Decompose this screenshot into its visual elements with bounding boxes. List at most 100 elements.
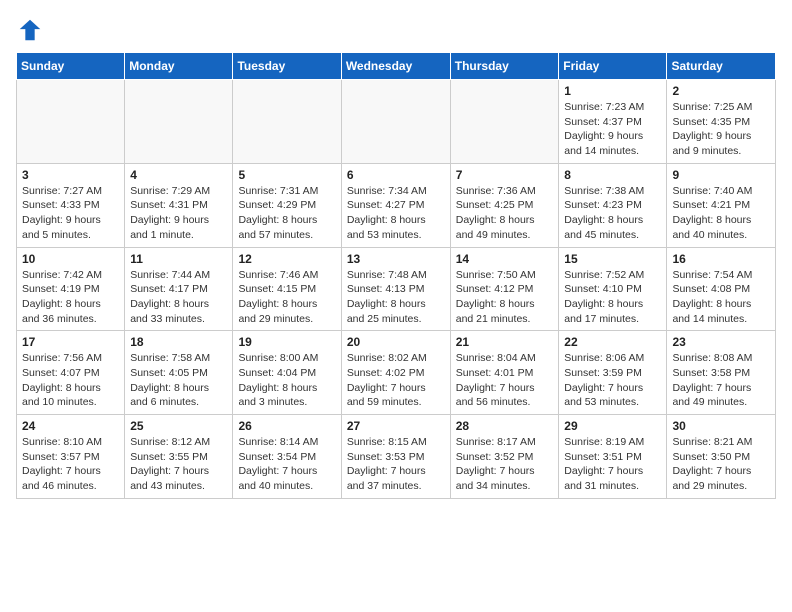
day-info: Sunrise: 7:48 AM Sunset: 4:13 PM Dayligh… bbox=[347, 268, 445, 327]
day-number: 27 bbox=[347, 419, 445, 433]
day-info: Sunrise: 8:10 AM Sunset: 3:57 PM Dayligh… bbox=[22, 435, 119, 494]
day-info: Sunrise: 8:02 AM Sunset: 4:02 PM Dayligh… bbox=[347, 351, 445, 410]
day-number: 4 bbox=[130, 168, 227, 182]
calendar-week-row: 1 Sunrise: 7:23 AM Sunset: 4:37 PM Daylig… bbox=[17, 80, 776, 164]
calendar-cell: 20 Sunrise: 8:02 AM Sunset: 4:02 PM Dayli… bbox=[341, 331, 450, 415]
calendar-cell: 18 Sunrise: 7:58 AM Sunset: 4:05 PM Dayli… bbox=[125, 331, 233, 415]
day-number: 29 bbox=[564, 419, 661, 433]
day-info: Sunrise: 7:38 AM Sunset: 4:23 PM Dayligh… bbox=[564, 184, 661, 243]
calendar-cell bbox=[125, 80, 233, 164]
calendar-week-row: 17 Sunrise: 7:56 AM Sunset: 4:07 PM Dayli… bbox=[17, 331, 776, 415]
day-number: 25 bbox=[130, 419, 227, 433]
day-info: Sunrise: 8:08 AM Sunset: 3:58 PM Dayligh… bbox=[672, 351, 770, 410]
day-header-tuesday: Tuesday bbox=[233, 53, 341, 80]
day-header-wednesday: Wednesday bbox=[341, 53, 450, 80]
calendar-week-row: 24 Sunrise: 8:10 AM Sunset: 3:57 PM Dayli… bbox=[17, 415, 776, 499]
logo-icon bbox=[16, 16, 44, 44]
day-info: Sunrise: 7:50 AM Sunset: 4:12 PM Dayligh… bbox=[456, 268, 554, 327]
day-number: 18 bbox=[130, 335, 227, 349]
calendar-cell: 27 Sunrise: 8:15 AM Sunset: 3:53 PM Dayli… bbox=[341, 415, 450, 499]
day-info: Sunrise: 7:23 AM Sunset: 4:37 PM Dayligh… bbox=[564, 100, 661, 159]
day-info: Sunrise: 7:36 AM Sunset: 4:25 PM Dayligh… bbox=[456, 184, 554, 243]
day-info: Sunrise: 7:25 AM Sunset: 4:35 PM Dayligh… bbox=[672, 100, 770, 159]
calendar-cell bbox=[341, 80, 450, 164]
day-number: 1 bbox=[564, 84, 661, 98]
calendar-header-row: SundayMondayTuesdayWednesdayThursdayFrid… bbox=[17, 53, 776, 80]
day-info: Sunrise: 7:46 AM Sunset: 4:15 PM Dayligh… bbox=[238, 268, 335, 327]
day-number: 6 bbox=[347, 168, 445, 182]
day-number: 8 bbox=[564, 168, 661, 182]
day-info: Sunrise: 8:04 AM Sunset: 4:01 PM Dayligh… bbox=[456, 351, 554, 410]
day-number: 28 bbox=[456, 419, 554, 433]
day-number: 19 bbox=[238, 335, 335, 349]
calendar-cell: 3 Sunrise: 7:27 AM Sunset: 4:33 PM Daylig… bbox=[17, 163, 125, 247]
calendar-table: SundayMondayTuesdayWednesdayThursdayFrid… bbox=[16, 52, 776, 499]
day-number: 3 bbox=[22, 168, 119, 182]
day-number: 14 bbox=[456, 252, 554, 266]
day-info: Sunrise: 7:34 AM Sunset: 4:27 PM Dayligh… bbox=[347, 184, 445, 243]
day-info: Sunrise: 8:21 AM Sunset: 3:50 PM Dayligh… bbox=[672, 435, 770, 494]
day-number: 2 bbox=[672, 84, 770, 98]
day-info: Sunrise: 7:56 AM Sunset: 4:07 PM Dayligh… bbox=[22, 351, 119, 410]
day-number: 17 bbox=[22, 335, 119, 349]
page-header bbox=[16, 16, 776, 44]
calendar-cell: 7 Sunrise: 7:36 AM Sunset: 4:25 PM Daylig… bbox=[450, 163, 559, 247]
day-number: 24 bbox=[22, 419, 119, 433]
calendar-cell: 1 Sunrise: 7:23 AM Sunset: 4:37 PM Daylig… bbox=[559, 80, 667, 164]
day-info: Sunrise: 7:40 AM Sunset: 4:21 PM Dayligh… bbox=[672, 184, 770, 243]
day-info: Sunrise: 7:31 AM Sunset: 4:29 PM Dayligh… bbox=[238, 184, 335, 243]
calendar-cell bbox=[450, 80, 559, 164]
calendar-cell: 24 Sunrise: 8:10 AM Sunset: 3:57 PM Dayli… bbox=[17, 415, 125, 499]
day-info: Sunrise: 7:27 AM Sunset: 4:33 PM Dayligh… bbox=[22, 184, 119, 243]
day-number: 13 bbox=[347, 252, 445, 266]
day-info: Sunrise: 8:06 AM Sunset: 3:59 PM Dayligh… bbox=[564, 351, 661, 410]
day-header-thursday: Thursday bbox=[450, 53, 559, 80]
day-number: 23 bbox=[672, 335, 770, 349]
calendar-cell: 16Sunrise: 7:54 AM Sunset: 4:08 PM Dayli… bbox=[667, 247, 776, 331]
calendar-cell: 19 Sunrise: 8:00 AM Sunset: 4:04 PM Dayli… bbox=[233, 331, 341, 415]
logo bbox=[16, 16, 48, 44]
day-number: 10 bbox=[22, 252, 119, 266]
calendar-cell: 11 Sunrise: 7:44 AM Sunset: 4:17 PM Dayli… bbox=[125, 247, 233, 331]
calendar-cell: 8 Sunrise: 7:38 AM Sunset: 4:23 PM Daylig… bbox=[559, 163, 667, 247]
calendar-cell: 21 Sunrise: 8:04 AM Sunset: 4:01 PM Dayli… bbox=[450, 331, 559, 415]
day-number: 7 bbox=[456, 168, 554, 182]
day-number: 5 bbox=[238, 168, 335, 182]
calendar-cell: 10 Sunrise: 7:42 AM Sunset: 4:19 PM Dayli… bbox=[17, 247, 125, 331]
calendar-cell: 13 Sunrise: 7:48 AM Sunset: 4:13 PM Dayli… bbox=[341, 247, 450, 331]
calendar-cell bbox=[17, 80, 125, 164]
day-info: Sunrise: 7:52 AM Sunset: 4:10 PM Dayligh… bbox=[564, 268, 661, 327]
calendar-cell: 14 Sunrise: 7:50 AM Sunset: 4:12 PM Dayli… bbox=[450, 247, 559, 331]
calendar-cell: 26Sunrise: 8:14 AM Sunset: 3:54 PM Dayli… bbox=[233, 415, 341, 499]
day-info: Sunrise: 8:12 AM Sunset: 3:55 PM Dayligh… bbox=[130, 435, 227, 494]
day-number: 21 bbox=[456, 335, 554, 349]
calendar-cell: 25 Sunrise: 8:12 AM Sunset: 3:55 PM Dayli… bbox=[125, 415, 233, 499]
day-number: 30 bbox=[672, 419, 770, 433]
day-info: Sunrise: 8:14 AM Sunset: 3:54 PM Dayligh… bbox=[238, 435, 335, 494]
day-info: Sunrise: 8:00 AM Sunset: 4:04 PM Dayligh… bbox=[238, 351, 335, 410]
day-info: Sunrise: 8:19 AM Sunset: 3:51 PM Dayligh… bbox=[564, 435, 661, 494]
day-info: Sunrise: 7:44 AM Sunset: 4:17 PM Dayligh… bbox=[130, 268, 227, 327]
calendar-cell: 22Sunrise: 8:06 AM Sunset: 3:59 PM Dayli… bbox=[559, 331, 667, 415]
calendar-cell: 4 Sunrise: 7:29 AM Sunset: 4:31 PM Daylig… bbox=[125, 163, 233, 247]
day-info: Sunrise: 7:54 AM Sunset: 4:08 PM Dayligh… bbox=[672, 268, 770, 327]
calendar-cell: 2 Sunrise: 7:25 AM Sunset: 4:35 PM Daylig… bbox=[667, 80, 776, 164]
calendar-cell: 28 Sunrise: 8:17 AM Sunset: 3:52 PM Dayli… bbox=[450, 415, 559, 499]
day-header-sunday: Sunday bbox=[17, 53, 125, 80]
day-info: Sunrise: 7:58 AM Sunset: 4:05 PM Dayligh… bbox=[130, 351, 227, 410]
calendar-cell: 6 Sunrise: 7:34 AM Sunset: 4:27 PM Daylig… bbox=[341, 163, 450, 247]
calendar-cell: 17 Sunrise: 7:56 AM Sunset: 4:07 PM Dayli… bbox=[17, 331, 125, 415]
day-number: 9 bbox=[672, 168, 770, 182]
day-info: Sunrise: 8:17 AM Sunset: 3:52 PM Dayligh… bbox=[456, 435, 554, 494]
calendar-cell: 23 Sunrise: 8:08 AM Sunset: 3:58 PM Dayli… bbox=[667, 331, 776, 415]
calendar-cell: 30 Sunrise: 8:21 AM Sunset: 3:50 PM Dayli… bbox=[667, 415, 776, 499]
day-number: 11 bbox=[130, 252, 227, 266]
calendar-week-row: 3 Sunrise: 7:27 AM Sunset: 4:33 PM Daylig… bbox=[17, 163, 776, 247]
day-info: Sunrise: 7:42 AM Sunset: 4:19 PM Dayligh… bbox=[22, 268, 119, 327]
day-header-friday: Friday bbox=[559, 53, 667, 80]
day-number: 20 bbox=[347, 335, 445, 349]
day-info: Sunrise: 7:29 AM Sunset: 4:31 PM Dayligh… bbox=[130, 184, 227, 243]
day-number: 12 bbox=[238, 252, 335, 266]
calendar-cell: 12 Sunrise: 7:46 AM Sunset: 4:15 PM Dayli… bbox=[233, 247, 341, 331]
day-info: Sunrise: 8:15 AM Sunset: 3:53 PM Dayligh… bbox=[347, 435, 445, 494]
